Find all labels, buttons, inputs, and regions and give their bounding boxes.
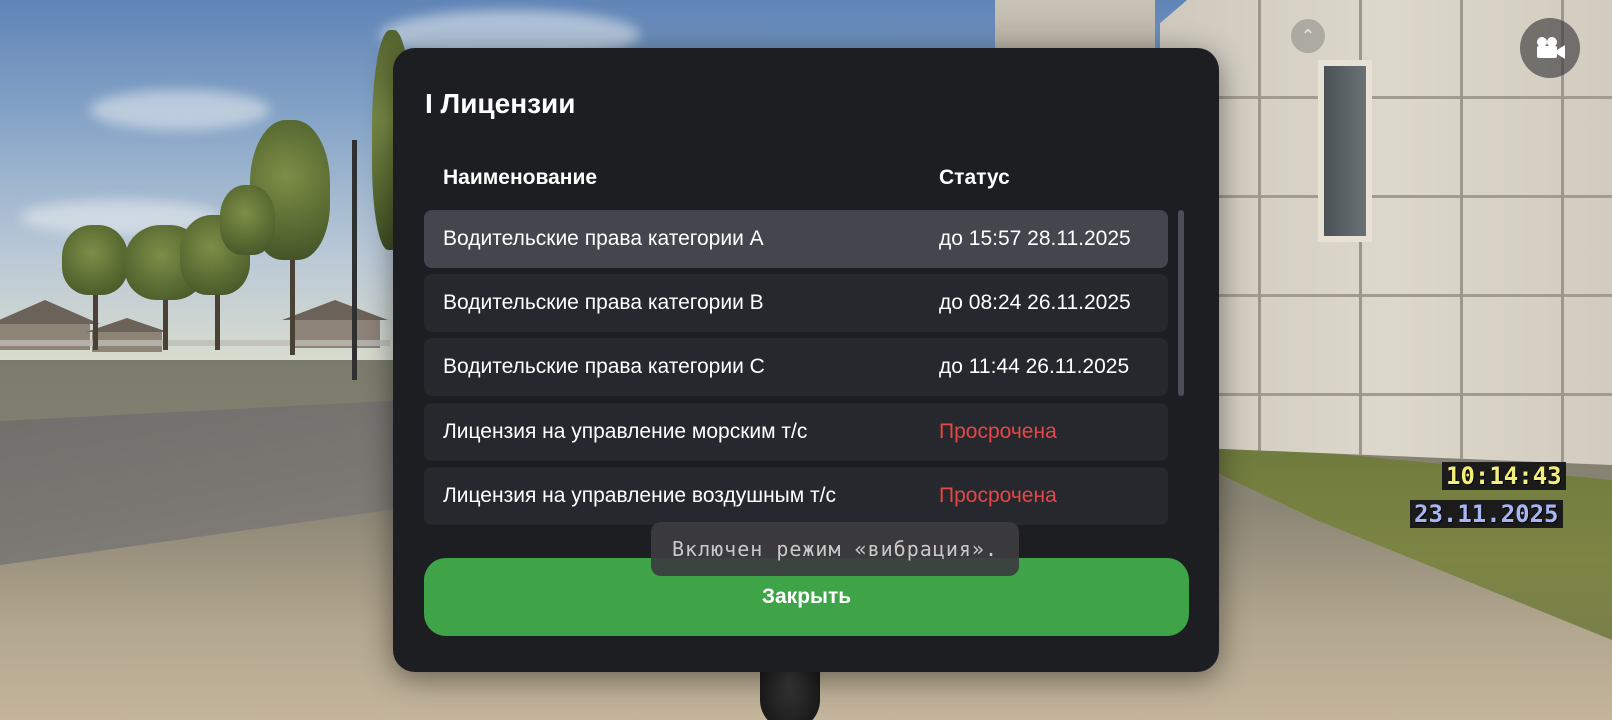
video-camera-glyph [1537,37,1565,59]
column-header-status: Статус [939,166,1010,189]
license-status: до 15:57 28.11.2025 [939,227,1131,250]
license-name: Водительские права категории B [443,291,764,314]
license-status: до 08:24 26.11.2025 [939,291,1131,314]
tree [220,185,275,255]
license-row[interactable]: Лицензия на управление воздушным т/с Про… [424,467,1168,525]
list-scrollbar[interactable] [1178,210,1184,396]
fence [0,340,390,346]
hud-clock-date: 23.11.2025 [1410,500,1563,528]
license-row[interactable]: Водительские права категории B до 08:24 … [424,274,1168,332]
modal-title: I Лицензии [425,88,576,119]
license-name: Лицензия на управление воздушным т/с [443,484,836,507]
licenses-modal: I Лицензии Наименование Статус Водительс… [393,48,1219,672]
license-status: Просрочена [939,420,1057,443]
license-name: Лицензия на управление морским т/с [443,420,808,443]
lamp-post [352,140,357,380]
license-row[interactable]: Лицензия на управление морским т/с Проср… [424,403,1168,461]
building-window [1318,60,1372,242]
license-status: Просрочена [939,484,1057,507]
column-header-name: Наименование [443,166,598,189]
tree [62,225,128,295]
license-row[interactable]: Водительские права категории C до 11:44 … [424,338,1168,396]
chevron-up-icon[interactable]: ⌃ [1291,19,1325,53]
hud-clock-time: 10:14:43 [1442,462,1566,490]
license-name: Водительские права категории C [443,355,765,378]
vibration-toast: Включен режим «вибрация». [651,522,1019,576]
license-status: до 11:44 26.11.2025 [939,355,1130,378]
licenses-list[interactable]: Водительские права категории A до 15:57 … [424,210,1168,570]
license-name: Водительские права категории A [443,227,764,250]
cloud [90,90,270,130]
license-row[interactable]: Водительские права категории A до 15:57 … [424,210,1168,268]
video-camera-icon[interactable] [1520,18,1580,78]
